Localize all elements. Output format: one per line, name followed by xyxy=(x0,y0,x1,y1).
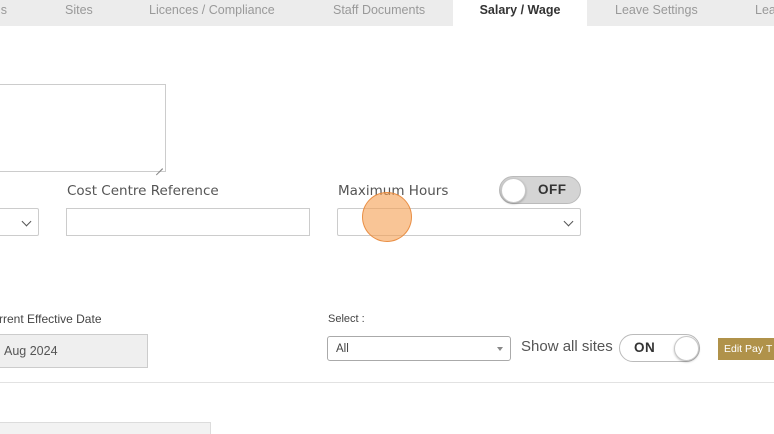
caret-down-icon xyxy=(497,347,503,351)
site-select-value: All xyxy=(336,343,349,355)
tab-bar: ls Sites Licences / Compliance Staff Doc… xyxy=(0,0,774,26)
tab-staff-documents[interactable]: Staff Documents xyxy=(333,0,425,26)
edit-pay-button[interactable]: Edit Pay T xyxy=(718,338,774,360)
bottom-field[interactable] xyxy=(0,422,211,434)
cost-centre-label: Cost Centre Reference xyxy=(67,183,219,199)
cost-centre-select[interactable] xyxy=(0,208,39,236)
site-select[interactable]: All xyxy=(327,336,511,361)
effective-date-field[interactable]: Aug 2024 xyxy=(0,334,148,368)
toggle-state-label: OFF xyxy=(538,182,567,197)
tab-salary-wage[interactable]: Salary / Wage xyxy=(453,0,587,26)
select-label: Select : xyxy=(328,313,365,325)
resize-grip-icon[interactable] xyxy=(156,162,163,169)
chevron-down-icon xyxy=(563,216,574,227)
cursor-highlight xyxy=(362,192,412,242)
tab-details[interactable]: ls xyxy=(0,0,18,26)
section-divider xyxy=(0,382,774,383)
notes-textarea[interactable] xyxy=(0,84,166,172)
tab-licences-compliance[interactable]: Licences / Compliance xyxy=(149,0,275,26)
effective-date-label: rrent Effective Date xyxy=(0,312,102,326)
tab-leave[interactable]: Lea xyxy=(755,0,774,26)
chevron-down-icon xyxy=(21,216,32,227)
cost-centre-input[interactable] xyxy=(66,208,310,236)
toggle-state-label: ON xyxy=(634,340,656,355)
show-all-sites-toggle[interactable]: ON xyxy=(619,334,700,362)
show-all-sites-label: Show all sites xyxy=(521,338,613,355)
toggle-knob xyxy=(674,336,699,361)
toggle-knob xyxy=(501,178,526,203)
tab-sites[interactable]: Sites xyxy=(65,0,93,26)
maximum-hours-toggle[interactable]: OFF xyxy=(499,176,581,204)
tab-leave-settings[interactable]: Leave Settings xyxy=(615,0,698,26)
